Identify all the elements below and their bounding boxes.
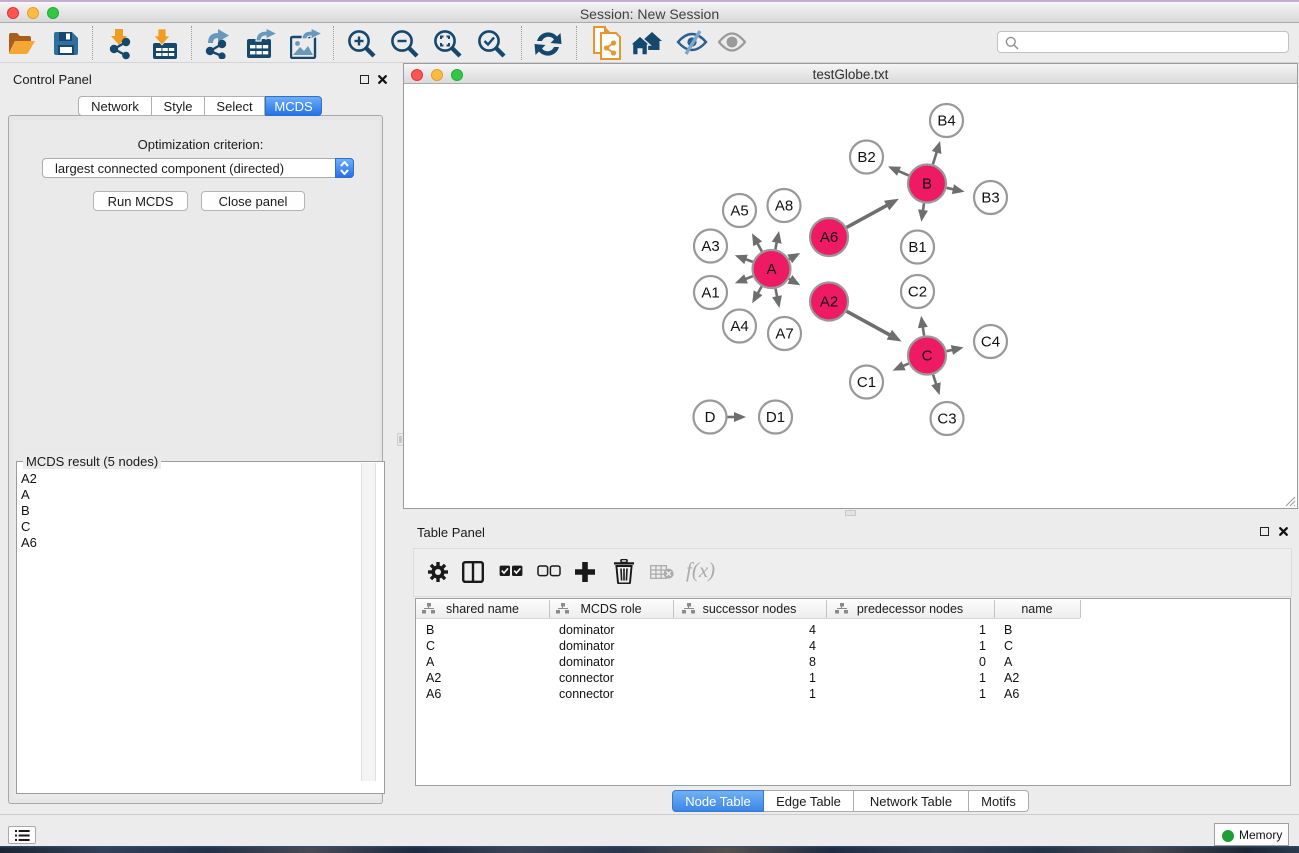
svg-text:C2: C2 [908,284,927,301]
svg-text:C3: C3 [937,411,956,428]
svg-text:B4: B4 [937,113,955,130]
svg-text:D: D [705,409,716,426]
svg-text:B2: B2 [857,149,875,166]
svg-text:A5: A5 [730,203,748,220]
svg-text:C1: C1 [857,374,876,391]
svg-text:A7: A7 [775,326,793,343]
svg-text:A1: A1 [701,285,719,302]
svg-text:B: B [922,176,932,193]
svg-text:D1: D1 [766,409,785,426]
svg-text:A3: A3 [701,238,719,255]
svg-text:B3: B3 [981,190,999,207]
svg-text:A: A [766,261,776,278]
svg-text:A8: A8 [775,198,793,215]
svg-text:A6: A6 [820,229,838,246]
svg-text:A2: A2 [820,294,838,311]
svg-text:B1: B1 [908,239,926,256]
svg-text:C4: C4 [981,334,1000,351]
svg-text:C: C [922,348,933,365]
svg-text:A4: A4 [730,318,748,335]
